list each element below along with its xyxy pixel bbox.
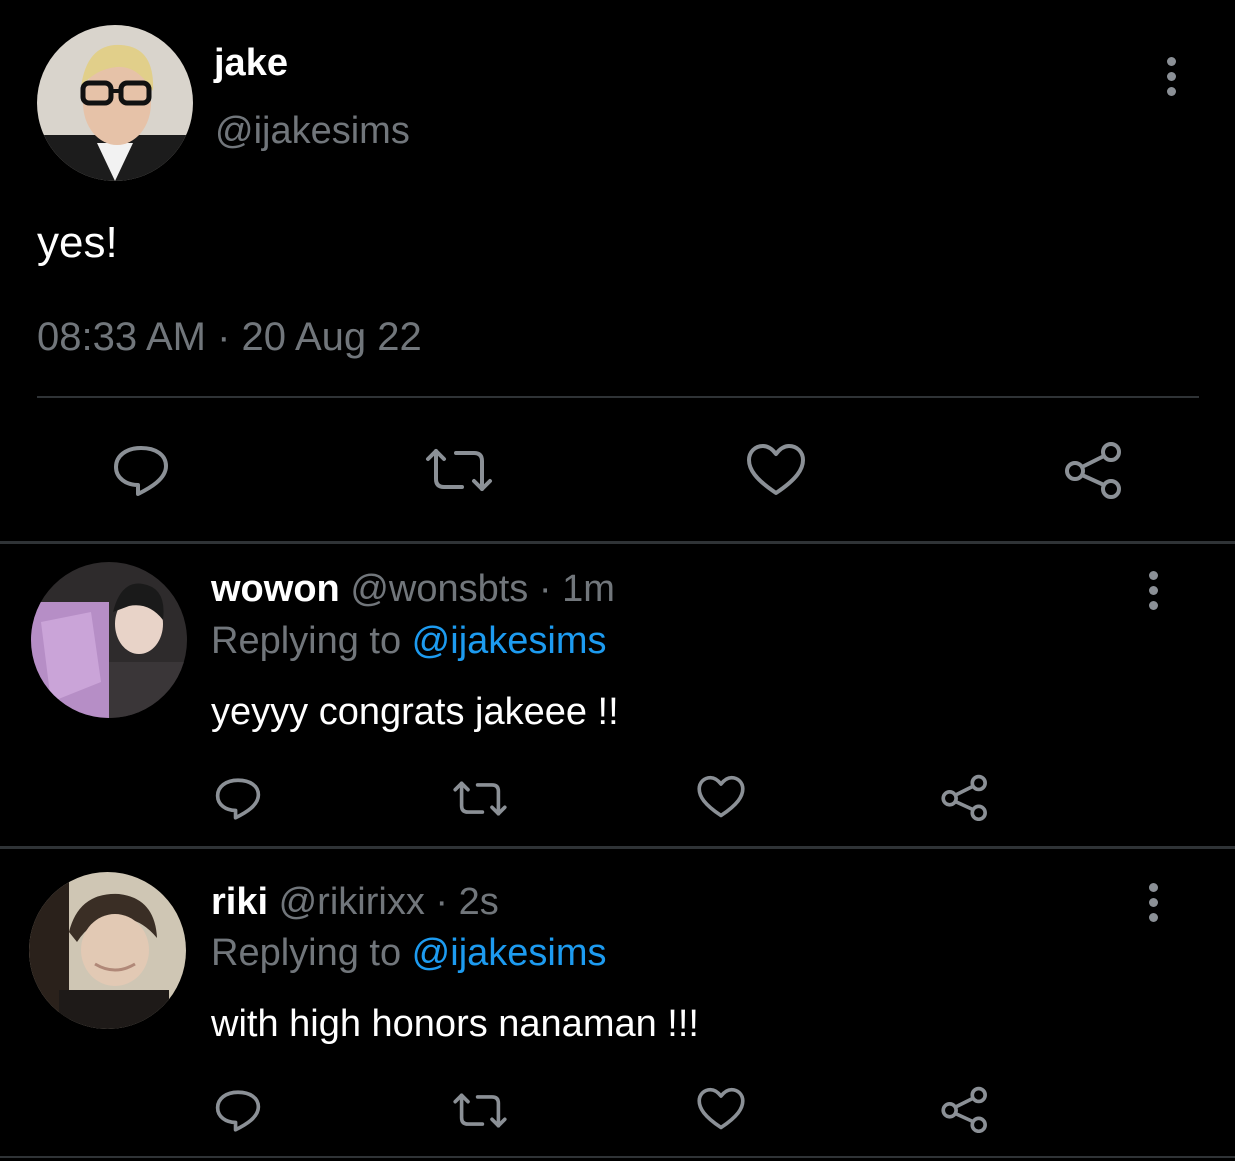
reply-icon[interactable] bbox=[112, 444, 170, 498]
retweet-icon[interactable] bbox=[424, 447, 494, 493]
separator bbox=[0, 846, 1235, 849]
reply-icon[interactable] bbox=[214, 777, 262, 821]
reply-text: with high honors nanaman !!! bbox=[211, 1003, 699, 1045]
like-icon[interactable] bbox=[745, 443, 807, 497]
user-handle[interactable]: @wonsbts bbox=[350, 568, 528, 610]
reply-icon[interactable] bbox=[214, 1089, 262, 1133]
dot-separator: · bbox=[528, 568, 563, 610]
avatar-riki[interactable] bbox=[29, 872, 186, 1029]
more-options-icon[interactable] bbox=[1149, 571, 1158, 616]
replying-to: Replying to @ijakesims bbox=[211, 620, 607, 663]
like-icon[interactable] bbox=[696, 1087, 746, 1131]
tweet-timestamp[interactable]: 08:33 AM · 20 Aug 22 bbox=[37, 315, 422, 360]
share-icon[interactable] bbox=[940, 774, 990, 821]
reply-time[interactable]: 2s bbox=[459, 881, 499, 923]
replying-label: Replying to bbox=[211, 932, 412, 974]
display-name[interactable]: riki bbox=[211, 881, 268, 923]
more-options-icon[interactable] bbox=[1149, 883, 1158, 928]
avatar-wowon[interactable] bbox=[31, 562, 187, 718]
replying-to: Replying to @ijakesims bbox=[211, 932, 607, 975]
divider bbox=[37, 396, 1199, 398]
reply-header: riki @rikirixx · 2s bbox=[211, 881, 499, 924]
more-options-icon[interactable] bbox=[1167, 57, 1176, 102]
like-icon[interactable] bbox=[696, 775, 746, 819]
retweet-icon[interactable] bbox=[452, 1092, 508, 1129]
separator bbox=[0, 541, 1235, 544]
share-icon[interactable] bbox=[940, 1086, 990, 1133]
reply-time[interactable]: 1m bbox=[562, 568, 615, 610]
dot-separator: · bbox=[424, 881, 459, 923]
user-handle[interactable]: @ijakesims bbox=[215, 110, 410, 153]
reply-text: yeyyy congrats jakeee !! bbox=[211, 691, 619, 733]
tweet-text: yes! bbox=[37, 218, 118, 267]
replying-label: Replying to bbox=[211, 620, 412, 662]
avatar-jake[interactable] bbox=[37, 25, 193, 181]
display-name[interactable]: wowon bbox=[211, 568, 340, 610]
display-name[interactable]: jake bbox=[214, 42, 288, 85]
separator bbox=[0, 1156, 1235, 1158]
share-icon[interactable] bbox=[1063, 441, 1125, 499]
mention-link[interactable]: @ijakesims bbox=[412, 932, 607, 974]
mention-link[interactable]: @ijakesims bbox=[412, 620, 607, 662]
user-handle[interactable]: @rikirixx bbox=[279, 881, 425, 923]
reply-header: wowon @wonsbts · 1m bbox=[211, 568, 615, 611]
retweet-icon[interactable] bbox=[452, 780, 508, 817]
